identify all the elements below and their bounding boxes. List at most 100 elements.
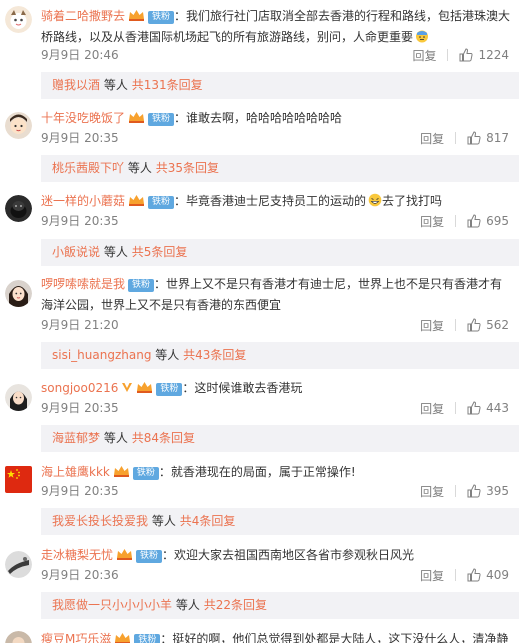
comment-username[interactable]: 啰啰嗦嗦就是我 bbox=[41, 277, 125, 291]
comment-meta: 9月9日 20:36 回复 409 bbox=[0, 565, 519, 585]
like-button[interactable]: 443 bbox=[467, 401, 509, 415]
reply-others-label: 等人 bbox=[103, 78, 128, 92]
verified-v-icon bbox=[121, 381, 133, 393]
like-button[interactable]: 562 bbox=[467, 318, 509, 332]
reply-username[interactable]: sisi_huangzhang bbox=[52, 348, 151, 362]
comment-meta: 9月9日 21:20 回复 562 bbox=[0, 315, 519, 335]
like-button[interactable]: 1224 bbox=[459, 48, 509, 62]
comment-meta: 9月9日 20:35 回复 443 bbox=[0, 398, 519, 418]
reply-button[interactable]: 回复 bbox=[412, 47, 436, 64]
comment-text-after: 去了找打吗 bbox=[382, 194, 443, 208]
reply-button[interactable]: 回复 bbox=[420, 130, 444, 147]
comment-text: ：毕竟香港迪士尼支持员工的运动的 bbox=[174, 194, 367, 208]
fan-badge: 铁粉 bbox=[128, 279, 155, 292]
comment-username[interactable]: 骑着二哈撒野去 bbox=[41, 9, 125, 23]
comment-body: songjoo0216 铁粉 ：这时候谁敢去香港玩 bbox=[41, 378, 513, 399]
comment-actions: 回复 562 bbox=[420, 315, 509, 335]
comment-body: 走冰糖梨无忧 铁粉 ：欢迎大家去祖国西南地区各省市参观秋日风光 bbox=[41, 545, 513, 566]
comment-username[interactable]: 迷一样的小蘑菇 bbox=[41, 194, 125, 208]
like-count: 817 bbox=[486, 131, 509, 145]
comment-actions: 回复 443 bbox=[420, 398, 509, 418]
reply-summary[interactable]: sisi_huangzhang 等人 共43条回复 bbox=[41, 342, 519, 369]
reply-count-link[interactable]: 共35条回复 bbox=[156, 161, 219, 175]
like-count: 695 bbox=[486, 214, 509, 228]
thumbs-up-icon bbox=[467, 401, 481, 415]
divider bbox=[455, 319, 457, 331]
reply-count-link[interactable]: 共84条回复 bbox=[132, 431, 195, 445]
comment-actions: 回复 1224 bbox=[412, 45, 509, 65]
reply-summary[interactable]: 我爱长投长投爱我 等人 共4条回复 bbox=[41, 508, 519, 535]
comment-username[interactable]: 十年没吃晚饭了 bbox=[41, 111, 125, 125]
comment-actions: 回复 817 bbox=[420, 128, 509, 148]
reply-count-link[interactable]: 共5条回复 bbox=[132, 245, 188, 259]
reply-others-label: 等人 bbox=[155, 348, 180, 362]
reply-count-link[interactable]: 共131条回复 bbox=[132, 78, 203, 92]
comment-meta: 9月9日 20:35 回复 817 bbox=[0, 128, 519, 148]
divider bbox=[455, 132, 457, 144]
fan-badge: 铁粉 bbox=[156, 383, 183, 396]
comment-body: 瘦豆M巧乐滋 铁粉 ：挺好的啊，他们总觉得到处都是大陆人，这下没什么人，清净静 bbox=[41, 629, 513, 643]
divider bbox=[447, 49, 449, 61]
fan-badge: 铁粉 bbox=[132, 467, 159, 480]
reply-count-link[interactable]: 共22条回复 bbox=[204, 598, 267, 612]
avatar[interactable] bbox=[5, 631, 32, 643]
vip-crown-icon bbox=[128, 111, 145, 123]
like-button[interactable]: 395 bbox=[467, 484, 509, 498]
avatar[interactable] bbox=[5, 6, 32, 33]
reply-summary[interactable]: 小飯说说 等人 共5条回复 bbox=[41, 239, 519, 266]
thumbs-up-icon bbox=[467, 131, 481, 145]
comment-time: 9月9日 20:35 bbox=[41, 214, 119, 228]
reply-username[interactable]: 小飯说说 bbox=[52, 245, 100, 259]
vip-crown-icon bbox=[116, 548, 133, 560]
comment-username[interactable]: 海上雄鹰kkk bbox=[41, 465, 110, 479]
like-button[interactable]: 695 bbox=[467, 214, 509, 228]
reply-summary[interactable]: 我愿做一只小小小小羊 等人 共22条回复 bbox=[41, 592, 519, 619]
comment-body: 迷一样的小蘑菇 铁粉 ：毕竟香港迪士尼支持员工的运动的 去了找打吗 bbox=[41, 191, 513, 212]
comment-time: 9月9日 20:35 bbox=[41, 401, 119, 415]
vip-crown-icon bbox=[113, 465, 130, 477]
comment-actions: 回复 695 bbox=[420, 211, 509, 231]
reply-username[interactable]: 桃乐茜殿下吖 bbox=[52, 161, 124, 175]
like-button[interactable]: 409 bbox=[467, 568, 509, 582]
reply-username[interactable]: 我愿做一只小小小小羊 bbox=[52, 598, 172, 612]
comment-item: 瘦豆M巧乐滋 铁粉 ：挺好的啊，他们总觉得到处都是大陆人，这下没什么人，清净静 bbox=[0, 629, 519, 643]
thumbs-up-icon bbox=[459, 48, 473, 62]
comment-body: 啰啰嗦嗦就是我 铁粉 ：世界上又不是只有香港才有迪士尼，世界上也不是只有香港才有海洋… bbox=[41, 274, 513, 316]
avatar[interactable] bbox=[5, 280, 32, 307]
reply-summary[interactable]: 海蓝郁梦 等人 共84条回复 bbox=[41, 425, 519, 452]
comment-actions: 回复 409 bbox=[420, 565, 509, 585]
thumbs-up-icon bbox=[467, 568, 481, 582]
comment-body: 海上雄鹰kkk 铁粉 ：就香港现在的局面，属于正常操作! bbox=[41, 462, 513, 483]
reply-others-label: 等人 bbox=[175, 598, 200, 612]
comment-time: 9月9日 20:46 bbox=[41, 48, 119, 62]
comment-time: 9月9日 21:20 bbox=[41, 318, 119, 332]
reply-username[interactable]: 海蓝郁梦 bbox=[52, 431, 100, 445]
comment-username[interactable]: songjoo0216 bbox=[41, 381, 118, 395]
reply-others-label: 等人 bbox=[103, 245, 128, 259]
like-count: 409 bbox=[486, 568, 509, 582]
reply-button[interactable]: 回复 bbox=[420, 567, 444, 584]
reply-username[interactable]: 我爱长投长投爱我 bbox=[52, 514, 148, 528]
comment-username[interactable]: 瘦豆M巧乐滋 bbox=[41, 632, 111, 643]
fan-badge: 铁粉 bbox=[148, 11, 175, 24]
reply-button[interactable]: 回复 bbox=[420, 317, 444, 334]
comment-username[interactable]: 走冰糖梨无忧 bbox=[41, 548, 113, 562]
reply-summary[interactable]: 赠我以酒 等人 共131条回复 bbox=[41, 72, 519, 99]
divider bbox=[455, 215, 457, 227]
thumbs-up-icon bbox=[467, 484, 481, 498]
like-button[interactable]: 817 bbox=[467, 131, 509, 145]
divider bbox=[455, 402, 457, 414]
reply-button[interactable]: 回复 bbox=[420, 483, 444, 500]
vip-crown-icon bbox=[128, 194, 145, 206]
reply-count-link[interactable]: 共43条回复 bbox=[183, 348, 246, 362]
reply-summary[interactable]: 桃乐茜殿下吖 等人 共35条回复 bbox=[41, 155, 519, 182]
comment-body: 十年没吃晚饭了 铁粉 ：谁敢去啊，哈哈哈哈哈哈哈哈 bbox=[41, 108, 513, 129]
comment-meta: 9月9日 20:46 回复 1224 bbox=[0, 45, 519, 65]
sweat-emoji-icon bbox=[415, 29, 429, 43]
reply-button[interactable]: 回复 bbox=[420, 400, 444, 417]
comment-text: ：这时候谁敢去香港玩 bbox=[182, 381, 303, 395]
reply-count-link[interactable]: 共4条回复 bbox=[180, 514, 236, 528]
reply-username[interactable]: 赠我以酒 bbox=[52, 78, 100, 92]
fan-badge: 铁粉 bbox=[134, 634, 161, 643]
reply-button[interactable]: 回复 bbox=[420, 213, 444, 230]
